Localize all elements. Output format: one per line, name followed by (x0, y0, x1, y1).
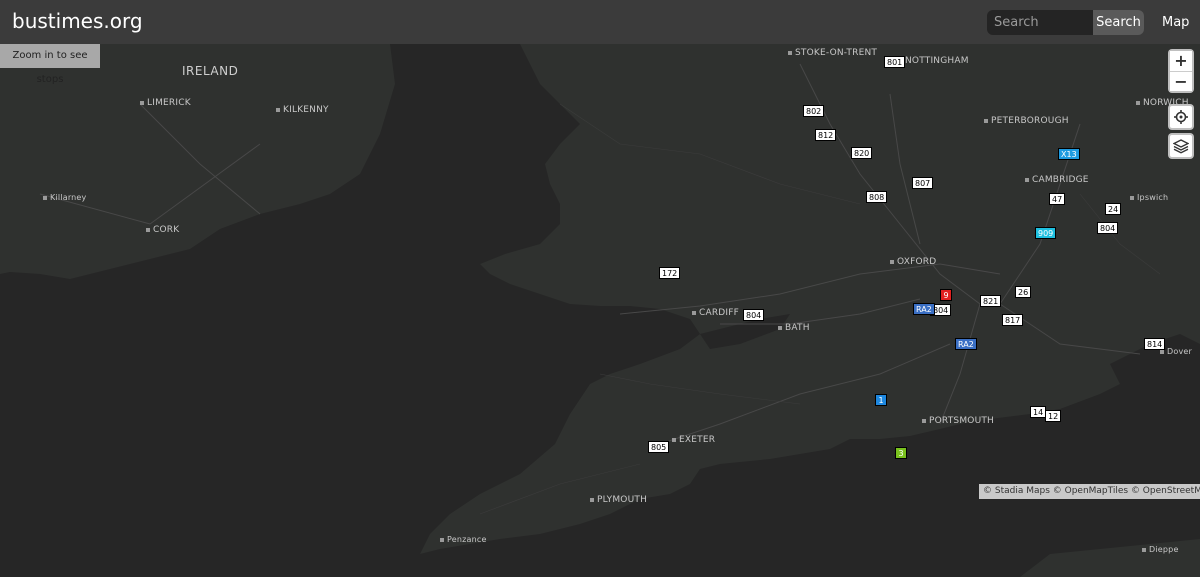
map-label-place: PLYMOUTH (590, 495, 647, 505)
map-label-place: BATH (778, 323, 810, 333)
map-label-country: IRELAND (182, 64, 239, 78)
vehicle-marker[interactable]: 805 (648, 441, 670, 453)
zoom-control: + − (1168, 49, 1194, 93)
map-label-place: STOKE-ON-TRENT (788, 48, 877, 58)
vehicle-marker[interactable]: 814 (1144, 338, 1166, 350)
vehicle-marker[interactable]: RA2 (913, 303, 935, 315)
map-label-place: CORK (146, 225, 179, 235)
map-label-place: Killarney (43, 193, 87, 202)
vehicle-marker[interactable]: 804 (1097, 222, 1119, 234)
map-label-place: Penzance (440, 535, 487, 544)
nav-map-link[interactable]: Map (1162, 15, 1189, 30)
vehicle-marker[interactable]: 817 (1002, 314, 1024, 326)
search-input[interactable] (987, 10, 1093, 35)
locate-icon (1174, 110, 1188, 124)
search-button[interactable]: Search (1093, 10, 1144, 35)
map-label-place: Ipswich (1130, 193, 1168, 202)
vehicle-marker[interactable]: 1 (875, 394, 887, 406)
map-label-place: NOTTINGHAM (898, 56, 969, 66)
map-label-place: PETERBOROUGH (984, 116, 1069, 126)
vehicle-marker[interactable]: 808 (866, 191, 888, 203)
top-header: bustimes.org Search Map (0, 0, 1200, 44)
map-label-place: OXFORD (890, 257, 936, 267)
vehicle-marker[interactable]: 24 (1105, 203, 1122, 215)
vehicle-marker[interactable]: RA2 (955, 338, 977, 350)
map-label-place: CARDIFF (692, 308, 739, 318)
map-attribution[interactable]: © Stadia Maps © OpenMapTiles © OpenStree… (979, 484, 1200, 499)
map-label-place: PORTSMOUTH (922, 416, 994, 426)
vehicle-marker[interactable]: 3 (895, 447, 907, 459)
vehicle-marker[interactable]: 804 (743, 309, 765, 321)
vehicle-marker[interactable]: 47 (1049, 193, 1066, 205)
site-logo-link[interactable]: bustimes.org (12, 9, 143, 33)
vehicle-marker[interactable]: 820 (851, 147, 873, 159)
map-label-place: LIMERICK (140, 98, 191, 108)
vehicle-marker[interactable]: 9 (940, 289, 952, 301)
vehicle-marker[interactable]: 909 (1035, 227, 1057, 239)
vehicle-marker[interactable]: 812 (815, 129, 837, 141)
vehicle-marker[interactable]: 821 (980, 295, 1002, 307)
layers-icon (1173, 139, 1189, 154)
vehicle-marker[interactable]: X13 (1058, 148, 1080, 160)
map-label-place: EXETER (672, 435, 715, 445)
search-form: Search (987, 10, 1144, 35)
layers-button[interactable] (1168, 133, 1194, 159)
vehicle-marker[interactable]: 12 (1045, 410, 1062, 422)
vehicle-marker[interactable]: 26 (1015, 286, 1032, 298)
map-label-place: Dieppe (1142, 545, 1179, 554)
zoom-in-button[interactable]: + (1170, 51, 1192, 71)
map-label-place: CAMBRIDGE (1025, 175, 1089, 185)
map-label-place: KILKENNY (276, 105, 329, 115)
vehicle-marker[interactable]: 172 (659, 267, 681, 279)
locate-button[interactable] (1168, 104, 1194, 130)
vehicle-marker[interactable]: 14 (1030, 406, 1047, 418)
vehicle-marker[interactable]: 802 (803, 105, 825, 117)
vehicle-marker[interactable]: 807 (912, 177, 934, 189)
vehicle-marker[interactable]: 801 (884, 56, 906, 68)
zoom-out-button[interactable]: − (1170, 71, 1192, 91)
zoom-hint-label: Zoom in to see stops (0, 44, 100, 85)
